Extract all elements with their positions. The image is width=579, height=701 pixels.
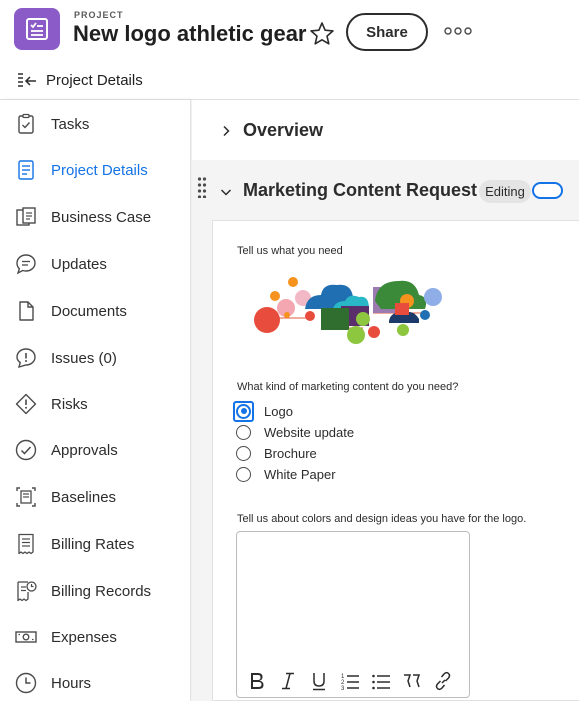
radio-button[interactable] [236,403,251,419]
sidebar-item-issues[interactable]: Issues (0) [0,338,191,378]
share-button[interactable]: Share [346,13,428,51]
sidebar-item-tasks[interactable]: Tasks [0,104,191,144]
issues-icon [14,346,38,370]
quote-icon[interactable] [400,670,424,692]
sidebar-item-label: Approvals [51,441,118,459]
sidebar-item-label: Tasks [51,115,90,133]
chevron-right-icon[interactable] [220,124,232,137]
svg-text:3: 3 [341,686,345,691]
sidebar-item-label: Issues (0) [51,349,117,367]
radio-button[interactable] [236,424,251,440]
link-icon[interactable] [431,670,455,692]
chat-icon [14,252,38,276]
sidebar-item-label: Expenses [51,628,117,646]
sidebar-item-billing-rates[interactable]: Billing Rates [0,524,191,564]
sidebar-item-label: Risks [51,395,88,413]
collapse-panel-icon[interactable] [16,71,38,91]
subheader-title: Project Details [46,72,143,89]
business-case-icon [14,205,38,229]
marketing-request-section: Marketing Content Request Editing [192,160,579,220]
chevron-down-icon[interactable] [220,185,232,197]
option-label: White Paper [264,466,336,482]
billing-records-icon [14,579,38,603]
sidebar: Tasks Project Details Business Case Upda… [0,100,191,701]
tasks-icon [14,112,38,136]
risk-icon [14,392,38,416]
drag-handle-icon[interactable] [197,176,207,199]
option-label: Logo [264,403,293,419]
sidebar-item-label: Billing Rates [51,535,135,553]
project-icon [14,8,60,50]
intro-label: Tell us what you need [237,245,343,257]
more-options-icon[interactable] [444,24,472,38]
editing-toggle[interactable] [532,182,563,199]
star-icon[interactable] [308,20,336,48]
numbered-list-icon[interactable]: 123 [338,670,362,692]
sidebar-item-updates[interactable]: Updates [0,244,191,284]
request-form: Tell us what you need What kind of marke… [212,220,579,701]
underline-icon[interactable] [307,670,331,692]
radio-button[interactable] [236,445,251,461]
sidebar-item-label: Billing Records [51,582,152,600]
file-icon [14,299,38,323]
italic-icon[interactable] [276,670,300,692]
sidebar-item-approvals[interactable]: Approvals [0,430,191,470]
option-label: Brochure [264,445,317,461]
option-label: Website update [264,424,355,440]
sidebar-item-hours[interactable]: Hours [0,663,191,701]
bold-icon[interactable] [245,670,269,692]
editing-badge: Editing [479,180,531,203]
colors-text-editor[interactable]: 123 [236,531,470,698]
sidebar-item-label: Baselines [51,488,117,506]
check-circle-icon [14,438,38,462]
sidebar-item-label: Hours [51,674,92,692]
sidebar-item-label: Project Details [51,161,148,179]
radio-button[interactable] [236,466,251,482]
sidebar-item-project-details[interactable]: Project Details [0,150,191,190]
overview-section[interactable]: Overview [192,100,579,160]
clock-icon [14,671,38,695]
sidebar-item-documents[interactable]: Documents [0,291,191,331]
baseline-icon [14,485,38,509]
question-label: What kind of marketing content do you ne… [237,381,459,393]
marketing-illustration [253,273,448,348]
sidebar-item-billing-records[interactable]: Billing Records [0,571,191,611]
project-header: PROJECT New logo athletic gear Share [0,0,579,62]
sidebar-item-expenses[interactable]: Expenses [0,617,191,657]
sidebar-item-baselines[interactable]: Baselines [0,477,191,517]
section-title: Marketing Content Request [243,180,478,200]
bulleted-list-icon[interactable] [369,670,393,692]
rich-text-toolbar: 123 [237,665,469,697]
project-eyebrow: PROJECT [74,10,124,20]
colors-label: Tell us about colors and design ideas yo… [237,513,527,525]
sidebar-item-label: Business Case [51,208,152,226]
overview-title: Overview [243,120,324,140]
sidebar-item-risks[interactable]: Risks [0,384,191,424]
sidebar-item-label: Documents [51,302,127,320]
project-title[interactable]: New logo athletic gear [73,21,307,47]
document-icon [14,158,38,182]
billing-rates-icon [14,532,38,556]
subheader: Project Details [0,62,579,100]
sidebar-item-business-case[interactable]: Business Case [0,197,191,237]
money-icon [14,625,38,649]
sidebar-item-label: Updates [51,255,107,273]
main-content: Overview Marketing Content Request Editi… [192,100,579,701]
